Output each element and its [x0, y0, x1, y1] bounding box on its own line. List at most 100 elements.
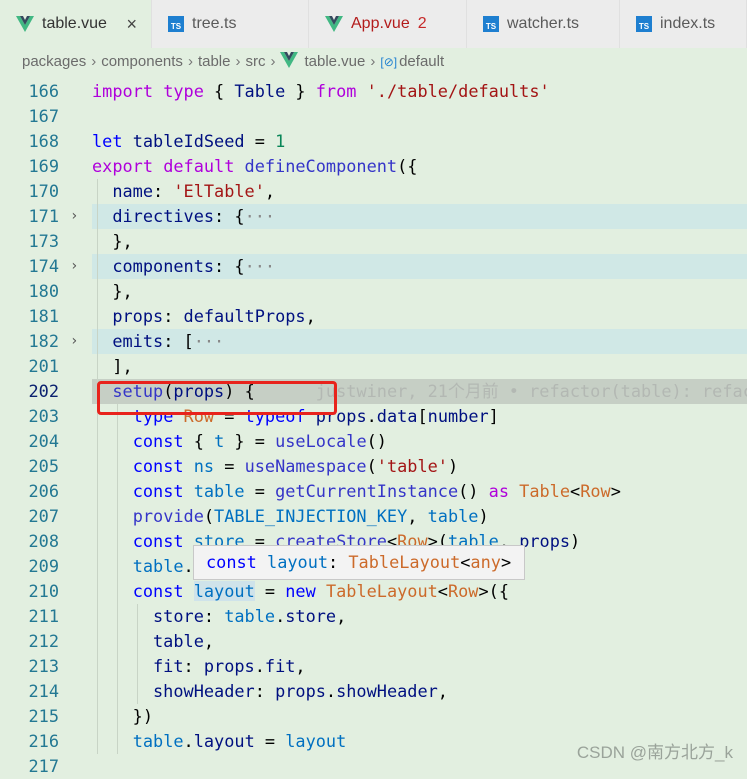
- code-token: .: [183, 731, 194, 751]
- line-number: 210: [28, 581, 59, 601]
- code-token: const: [206, 552, 257, 572]
- code-token: =: [244, 481, 276, 501]
- code-token: showHeader: [336, 681, 438, 701]
- breadcrumb-item[interactable]: table.vue: [280, 51, 365, 72]
- code-token: props: [275, 681, 326, 701]
- code-token: './table/defaults': [366, 81, 550, 101]
- code-line[interactable]: 210 const layout = new TableLayout<Row>(…: [0, 579, 747, 604]
- code-line[interactable]: 206 const table = getCurrentInstance() a…: [0, 479, 747, 504]
- code-token: defineComponent: [244, 156, 398, 176]
- code-token: type: [163, 81, 204, 101]
- line-number: 203: [28, 406, 59, 426]
- breadcrumb-item[interactable]: src: [245, 53, 265, 70]
- code-line[interactable]: 181 props: defaultProps,: [0, 304, 747, 329]
- tab-watcher-ts[interactable]: TS watcher.ts: [467, 0, 620, 48]
- code-line[interactable]: 166 import type { Table } from './table/d…: [0, 79, 747, 104]
- code-token: =: [254, 731, 286, 751]
- line-number: 213: [28, 656, 59, 676]
- fold-chevron-icon[interactable]: ›: [70, 204, 78, 229]
- code-line[interactable]: 170 name: 'ElTable',: [0, 179, 747, 204]
- code-token: tableIdSeed: [132, 131, 245, 151]
- code-token: : [: [163, 331, 194, 351]
- indent-guide: [97, 654, 98, 679]
- line-content: props: defaultProps,: [92, 304, 747, 329]
- tab-label: tree.ts: [192, 15, 237, 32]
- tab-label: App.vue: [351, 15, 410, 32]
- line-number: 209: [28, 556, 59, 576]
- code-token: store: [153, 606, 204, 626]
- code-token: ): [478, 506, 489, 526]
- line-number: 216: [28, 731, 59, 751]
- line-number: 201: [28, 356, 59, 376]
- vue-icon: [325, 16, 343, 32]
- code-token: const: [132, 531, 184, 551]
- code-token: components: [112, 256, 215, 276]
- close-icon[interactable]: ×: [126, 14, 137, 35]
- fold-chevron-icon[interactable]: ›: [70, 254, 78, 279]
- line-number: 174: [28, 256, 59, 276]
- code-line[interactable]: 205 const ns = useNamespace('table'): [0, 454, 747, 479]
- line-number: 173: [28, 231, 59, 251]
- code-token: directives: [112, 206, 215, 226]
- line-content: ],: [92, 354, 747, 379]
- code-line[interactable]: 213 fit: props.fit,: [0, 654, 747, 679]
- line-number: 171: [28, 206, 59, 226]
- breadcrumb-item[interactable]: packages: [22, 53, 86, 70]
- code-line[interactable]: 212 table,: [0, 629, 747, 654]
- breadcrumb-item[interactable]: table: [198, 53, 231, 70]
- code-token: ···: [193, 331, 225, 351]
- code-token: ]: [488, 406, 499, 426]
- code-line[interactable]: 204 const { t } = useLocale(): [0, 429, 747, 454]
- indent-guide: [137, 604, 138, 629]
- hover-tooltip: const layout: TableLayout<any>: [193, 545, 525, 580]
- code-line[interactable]: 207 provide(TABLE_INJECTION_KEY, table): [0, 504, 747, 529]
- indent-guide: [137, 654, 138, 679]
- code-token: layout: [193, 731, 255, 751]
- code-line[interactable]: 167: [0, 104, 747, 129]
- code-token: ,: [437, 681, 448, 701]
- code-token: :: [183, 656, 204, 676]
- code-line[interactable]: 169 export default defineComponent({: [0, 154, 747, 179]
- code-line[interactable]: 174 › components: {···: [0, 254, 747, 279]
- line-content: emits: [···: [92, 329, 747, 354]
- code-line[interactable]: 182 › emits: [···: [0, 329, 747, 354]
- code-token: },: [92, 231, 133, 251]
- code-line[interactable]: 171 › directives: {···: [0, 204, 747, 229]
- code-token: =: [214, 456, 245, 476]
- line-number: 182: [28, 331, 59, 351]
- line-content: },: [92, 279, 747, 304]
- code-token: ,: [264, 181, 276, 201]
- watermark: CSDN @南方北方_k: [576, 743, 733, 762]
- code-line[interactable]: 215 }): [0, 704, 747, 729]
- code-editor[interactable]: 166 import type { Table } from './table/d…: [0, 79, 747, 779]
- fold-chevron-icon[interactable]: ›: [70, 329, 78, 354]
- tab-table-vue[interactable]: table.vue ×: [0, 0, 152, 48]
- module-symbol-icon: [⊘]: [380, 55, 398, 69]
- code-line[interactable]: 201 ],: [0, 354, 747, 379]
- indent-guide: [117, 479, 118, 504]
- indent-guide: [97, 529, 98, 554]
- code-token: ],: [92, 356, 133, 376]
- breadcrumb-item[interactable]: components: [101, 53, 183, 70]
- code-line[interactable]: 214 showHeader: props.showHeader,: [0, 679, 747, 704]
- code-token: provide: [132, 506, 204, 526]
- code-token: defaultProps: [183, 306, 306, 326]
- code-line[interactable]: 211 store: table.store,: [0, 604, 747, 629]
- code-line[interactable]: 168 let tableIdSeed = 1: [0, 129, 747, 154]
- tab-index-ts[interactable]: TS index.ts: [620, 0, 747, 48]
- code-line[interactable]: 180 },: [0, 279, 747, 304]
- code-token: ): [570, 531, 581, 551]
- breadcrumb-item[interactable]: [⊘] default: [380, 53, 444, 70]
- tab-App-vue[interactable]: App.vue 2: [309, 0, 467, 48]
- tab-tree-ts[interactable]: TS tree.ts: [152, 0, 309, 48]
- indent-guide: [117, 504, 118, 529]
- code-line[interactable]: 173 },: [0, 229, 747, 254]
